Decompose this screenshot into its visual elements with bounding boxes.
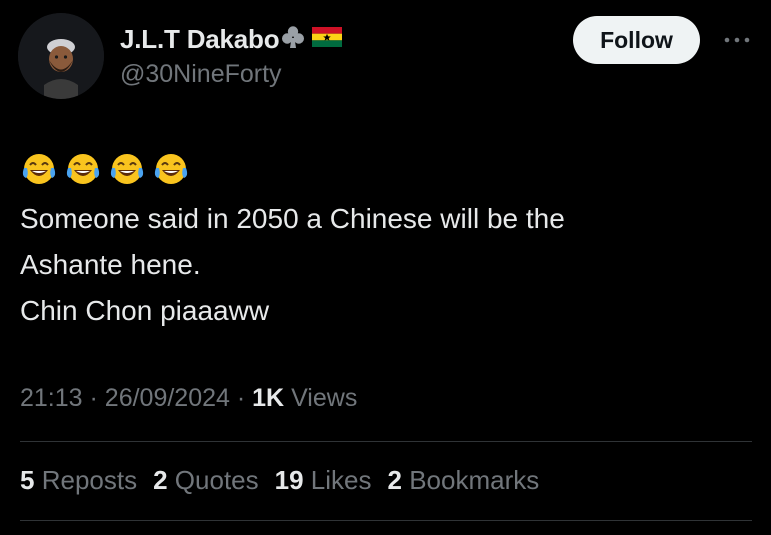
stat-label: Reposts xyxy=(41,465,138,495)
stat-likes[interactable]: 19 Likes xyxy=(275,465,372,496)
tweet-text-line: Chin Chon piaaaww xyxy=(20,295,270,326)
club-icon xyxy=(280,24,306,55)
stat-count: 2 xyxy=(387,465,402,495)
stat-quotes[interactable]: 2 Quotes xyxy=(153,465,259,496)
author-handle[interactable]: @30NineForty xyxy=(120,60,282,89)
stat-reposts[interactable]: 5 Reposts xyxy=(20,465,137,496)
ghana-flag-icon xyxy=(312,26,343,52)
tears-of-joy-emoji-icon xyxy=(66,154,100,184)
divider xyxy=(20,520,752,521)
tweet-time[interactable]: 21:13 xyxy=(20,384,83,412)
more-horizontal-icon[interactable] xyxy=(722,30,752,50)
tears-of-joy-emoji-icon xyxy=(22,154,56,184)
divider xyxy=(20,441,752,442)
stat-count: 19 xyxy=(274,465,304,495)
stat-bookmarks[interactable]: 2 Bookmarks xyxy=(387,465,539,496)
stat-label: Bookmarks xyxy=(409,465,540,495)
avatar-memoji-icon xyxy=(18,13,104,99)
meta-separator: · xyxy=(236,384,246,412)
engagement-stats: 5 Reposts 2 Quotes 19 Likes 2 Bookmarks xyxy=(20,465,555,496)
tweet-meta: 21:13 · 26/09/2024 · 1K Views xyxy=(20,384,357,413)
tweet-text-line: Ashante hene. xyxy=(20,249,201,280)
tweet-text-line: Someone said in 2050 a Chinese will be t… xyxy=(20,203,565,234)
author-name-row[interactable]: J.L.T Dakabo xyxy=(120,22,343,56)
stat-count: 2 xyxy=(153,465,168,495)
author-display-name[interactable]: J.L.T Dakabo xyxy=(120,24,280,55)
tweet-emoji-row xyxy=(20,150,190,188)
tears-of-joy-emoji-icon xyxy=(110,154,144,184)
meta-separator: · xyxy=(89,384,98,412)
tweet-text: Someone said in 2050 a Chinese will be t… xyxy=(20,196,720,334)
stat-label: Likes xyxy=(310,465,372,495)
avatar[interactable] xyxy=(18,13,104,99)
tears-of-joy-emoji-icon xyxy=(154,154,188,184)
views-count: 1K xyxy=(252,384,285,412)
stat-count: 5 xyxy=(20,465,35,495)
stat-label: Quotes xyxy=(174,465,259,495)
views-label: Views xyxy=(291,384,358,412)
tweet-date[interactable]: 26/09/2024 xyxy=(105,384,230,412)
tweet-card: J.L.T Dakabo @30NineForty Follow Someone… xyxy=(0,0,771,535)
follow-button[interactable]: Follow xyxy=(573,16,700,64)
